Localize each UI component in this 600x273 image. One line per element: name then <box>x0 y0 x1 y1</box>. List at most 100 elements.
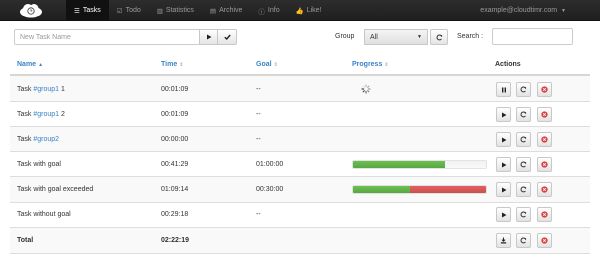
search-input[interactable] <box>492 28 573 45</box>
delete-button[interactable] <box>537 207 552 222</box>
delete-button[interactable] <box>537 132 552 147</box>
reset-all-button[interactable] <box>516 233 531 248</box>
column-header-time[interactable]: Time ⇕ <box>161 61 183 68</box>
column-header-name[interactable]: Name ▲ <box>17 61 43 68</box>
pause-button[interactable] <box>496 82 511 97</box>
remove-circle-icon <box>541 161 548 168</box>
nav-statistics[interactable]: ▥ Statistics <box>149 0 202 21</box>
group-select-value: All <box>370 33 378 41</box>
main-nav: ☰ Tasks ☑ Todo ▥ Statistics ▤ Archive ⓘ … <box>66 0 330 21</box>
refresh-icon <box>520 211 527 218</box>
reset-button[interactable] <box>516 182 531 197</box>
refresh-icon <box>520 111 527 118</box>
remove-circle-icon <box>541 186 548 193</box>
task-goal: 00:30:00 <box>256 186 284 193</box>
download-button[interactable] <box>496 233 511 248</box>
play-button[interactable] <box>496 157 511 172</box>
row-divider <box>10 253 590 254</box>
task-name: Task with goal exceeded <box>17 186 94 193</box>
list-icon: ☰ <box>74 7 80 15</box>
header-label: Actions <box>495 61 521 68</box>
task-goal: 01:00:00 <box>256 161 284 168</box>
task-name-cell[interactable]: Task with goal exceeded <box>17 186 93 193</box>
task-time: 01:09:14 <box>161 186 189 193</box>
search-label: Search : <box>457 33 484 40</box>
reset-button[interactable] <box>516 157 531 172</box>
header-label: Name <box>17 61 37 68</box>
cloud-clock-icon[interactable] <box>18 3 44 18</box>
reset-button[interactable] <box>516 132 531 147</box>
nav-info[interactable]: ⓘ Info <box>250 0 287 21</box>
delete-button[interactable] <box>537 107 552 122</box>
nav-label: Tasks <box>82 7 101 14</box>
column-header-goal[interactable]: Goal ⇕ <box>256 61 278 68</box>
play-icon <box>501 137 506 142</box>
delete-all-button[interactable] <box>537 233 552 248</box>
task-name: Task <box>17 136 34 143</box>
task-name-cell[interactable]: Task with goal <box>17 161 61 168</box>
group-tag-link[interactable]: #group2 <box>33 136 59 143</box>
reset-button[interactable] <box>516 207 531 222</box>
task-name-cell[interactable]: Task #group2 <box>17 136 59 143</box>
new-task-input[interactable] <box>14 29 200 45</box>
sort-icon: ⇕ <box>384 62 389 68</box>
nav-label: Info <box>267 7 280 14</box>
nav-archive[interactable]: ▤ Archive <box>202 0 251 21</box>
refresh-button[interactable] <box>430 29 448 45</box>
chevron-down-icon: ▼ <box>417 34 422 40</box>
task-name: Task without goal <box>17 211 71 218</box>
task-name-suffix: 2 <box>59 111 65 118</box>
progress-bar <box>352 160 487 169</box>
play-icon <box>501 112 506 117</box>
reset-button[interactable] <box>516 82 531 97</box>
loading-spinner-icon <box>361 84 371 94</box>
task-goal: -- <box>256 211 261 218</box>
reset-button[interactable] <box>516 107 531 122</box>
header-label: Time <box>161 61 178 68</box>
task-name-cell[interactable]: Task #group1 2 <box>17 111 65 118</box>
task-name-cell[interactable]: Task #group1 1 <box>17 86 65 93</box>
delete-button[interactable] <box>537 182 552 197</box>
delete-button[interactable] <box>537 82 552 97</box>
task-name: Task <box>17 86 34 93</box>
play-button[interactable] <box>496 207 511 222</box>
header-label: Goal <box>256 61 272 68</box>
sort-asc-icon: ▲ <box>38 62 44 68</box>
play-button[interactable] <box>496 107 511 122</box>
group-tag-link[interactable]: #group1 <box>33 86 59 93</box>
play-button[interactable] <box>496 182 511 197</box>
task-goal: -- <box>256 86 261 93</box>
task-name: Task with goal <box>17 161 61 168</box>
nav-label: Todo <box>125 7 141 14</box>
column-header-progress[interactable]: Progress ⇕ <box>352 61 389 68</box>
task-time: 00:00:00 <box>161 136 189 143</box>
confirm-task-button[interactable] <box>217 29 237 45</box>
remove-circle-icon <box>541 136 548 143</box>
start-task-button[interactable] <box>199 29 218 45</box>
delete-button[interactable] <box>537 157 552 172</box>
play-button[interactable] <box>496 132 511 147</box>
bar-chart-icon: ▥ <box>156 7 163 15</box>
user-menu[interactable]: example@cloudtimr.com ▼ <box>480 0 566 21</box>
group-label: Group <box>335 33 355 40</box>
nav-like[interactable]: 👍 Like! <box>288 0 330 21</box>
play-icon <box>501 212 506 217</box>
play-icon <box>501 162 506 167</box>
group-tag-link[interactable]: #group1 <box>33 111 59 118</box>
task-goal: -- <box>256 136 261 143</box>
thumbs-up-icon: 👍 <box>295 7 304 15</box>
row-divider <box>10 101 590 102</box>
progress-fill <box>353 186 411 193</box>
play-icon <box>501 187 506 192</box>
task-time: 00:01:09 <box>161 111 189 118</box>
archive-icon: ▤ <box>209 7 217 15</box>
task-name-cell[interactable]: Task without goal <box>17 211 71 218</box>
progress-bar <box>352 185 487 194</box>
user-email: example@cloudtimr.com <box>480 7 558 14</box>
nav-tasks[interactable]: ☰ Tasks <box>66 0 109 21</box>
download-icon <box>500 237 507 244</box>
refresh-icon <box>436 34 442 40</box>
group-select[interactable]: All ▼ <box>364 29 428 45</box>
pause-icon <box>501 87 506 92</box>
nav-todo[interactable]: ☑ Todo <box>109 0 149 21</box>
